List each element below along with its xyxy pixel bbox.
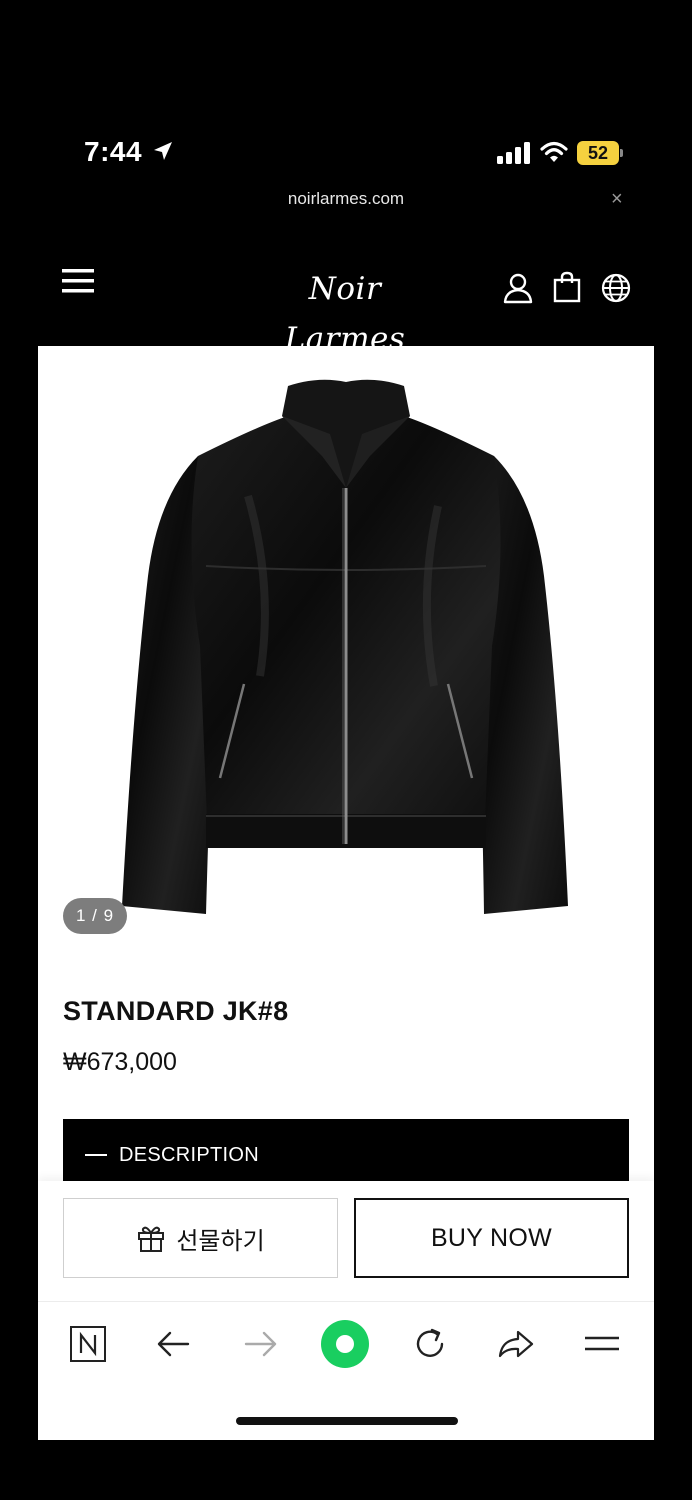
status-bar: 7:44 52 [0, 0, 692, 180]
location-arrow-icon [154, 142, 172, 160]
collapse-dash-icon [85, 1154, 107, 1156]
share-icon[interactable] [496, 1324, 536, 1364]
naver-n-icon[interactable] [68, 1324, 108, 1364]
product-price: ₩673,000 [63, 1048, 177, 1076]
buy-now-button[interactable]: BUY NOW [354, 1198, 629, 1278]
product-title: STANDARD JK#8 [63, 996, 289, 1026]
buy-now-label: BUY NOW [430, 1223, 553, 1252]
shopping-bag-icon[interactable] [553, 271, 581, 303]
gift-button[interactable]: 선물하기 [63, 1198, 338, 1278]
gift-label: 선물하기 [176, 1227, 265, 1255]
refresh-icon[interactable] [410, 1324, 450, 1364]
site-header: Noir Larmes [0, 250, 692, 357]
forward-arrow-icon[interactable] [240, 1324, 280, 1364]
browser-toolbar [38, 1301, 654, 1440]
menu-lines-icon[interactable] [582, 1324, 622, 1364]
back-arrow-icon[interactable] [154, 1324, 194, 1364]
battery-indicator: 52 [577, 141, 623, 165]
slide-counter: 1 / 9 [63, 898, 127, 934]
url-text[interactable]: noirlarmes.com [0, 189, 692, 209]
product-image-carousel[interactable]: 1 / 9 [38, 346, 654, 946]
product-page: 1 / 9 STANDARD JK#8 ₩673,000 DESCRIPTION… [38, 346, 654, 1440]
site-logo[interactable]: Noir Larmes [245, 264, 445, 357]
battery-percent: 52 [577, 141, 619, 165]
description-toggle[interactable]: DESCRIPTION [63, 1119, 629, 1181]
close-icon[interactable]: × [611, 188, 623, 211]
wifi-icon [540, 141, 568, 162]
leather-jacket-image [122, 379, 568, 914]
battery-tip [620, 149, 623, 157]
user-icon[interactable] [502, 272, 534, 304]
gift-icon [138, 1226, 165, 1252]
browser-url-bar: noirlarmes.com × [0, 186, 692, 214]
cellular-signal-icon [497, 142, 530, 164]
green-home-icon[interactable] [320, 1319, 370, 1369]
description-label: DESCRIPTION [119, 1144, 259, 1166]
menu-icon[interactable] [62, 268, 94, 294]
home-indicator [236, 1417, 458, 1425]
globe-icon[interactable] [601, 273, 631, 303]
purchase-action-bar: 선물하기 BUY NOW [38, 1181, 654, 1301]
status-time: 7:44 [84, 136, 143, 167]
